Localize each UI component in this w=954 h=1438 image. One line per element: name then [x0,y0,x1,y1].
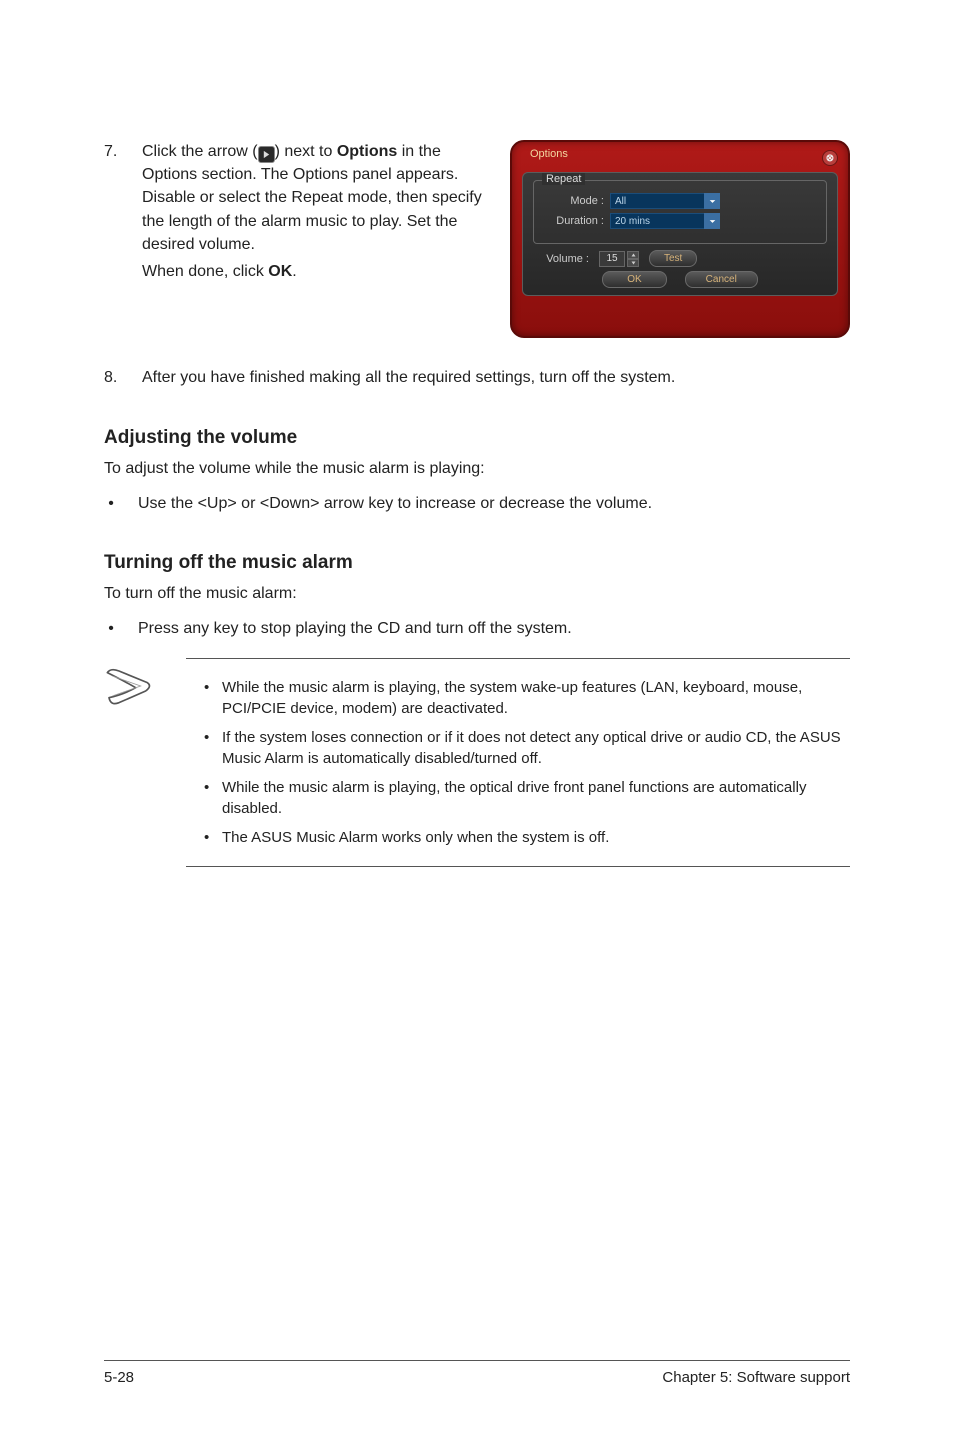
ok-bold: OK [268,263,292,280]
duration-value: 20 mins [615,216,650,227]
text: . [292,263,296,280]
section-lead: To adjust the volume while the music ala… [104,457,850,480]
close-icon[interactable]: ⊗ [822,150,838,166]
volume-label: Volume : [539,253,589,265]
section-lead: To turn off the music alarm: [104,582,850,605]
cancel-button[interactable]: Cancel [685,271,758,288]
text: When done, click [142,263,268,280]
ok-button[interactable]: OK [602,271,666,288]
bullet-icon: • [186,777,204,819]
section-heading: Adjusting the volume [104,427,850,449]
panel-title: Options [530,148,568,160]
step-text: After you have finished making all the r… [142,366,850,389]
bullet-icon: • [104,492,118,515]
note-text: If the system loses connection or if it … [222,727,850,769]
spin-up-icon[interactable] [627,251,639,259]
step-text: Click the arrow () next to Options in th… [142,140,496,338]
bullet-icon: • [186,677,204,719]
step-number: 8. [104,366,124,389]
page-number: 5-28 [104,1369,134,1386]
spin-down-icon[interactable] [627,259,639,267]
chevron-down-icon[interactable] [704,193,720,209]
mode-select[interactable]: All [610,193,720,209]
chevron-down-icon[interactable] [704,213,720,229]
options-bold: Options [337,143,397,160]
duration-label: Duration : [546,215,604,227]
note-text: While the music alarm is playing, the sy… [222,677,850,719]
bullet-text: Press any key to stop playing the CD and… [138,617,572,640]
bullet-text: Use the <Up> or <Down> arrow key to incr… [138,492,652,515]
text: Click the arrow ( [142,143,258,160]
note-body: • While the music alarm is playing, the s… [186,658,850,867]
chapter-label: Chapter 5: Software support [662,1369,850,1386]
note-icon [104,658,158,867]
bullet-icon: • [186,827,204,848]
bullet-icon: • [186,727,204,769]
bullet-icon: • [104,617,118,640]
mode-value: All [615,196,626,207]
volume-stepper[interactable]: 15 [599,251,639,267]
options-panel: Options ⊗ Repeat Mode : All Duration : 2… [510,140,850,338]
section-heading: Turning off the music alarm [104,552,850,574]
mode-label: Mode : [546,195,604,207]
note-text: While the music alarm is playing, the op… [222,777,850,819]
expand-arrow-icon [258,146,275,163]
duration-select[interactable]: 20 mins [610,213,720,229]
text: ) next to [275,143,337,160]
test-button[interactable]: Test [649,250,697,267]
step-number: 7. [104,140,124,338]
repeat-legend: Repeat [542,173,585,185]
note-text: The ASUS Music Alarm works only when the… [222,827,609,848]
volume-value: 15 [599,251,625,267]
